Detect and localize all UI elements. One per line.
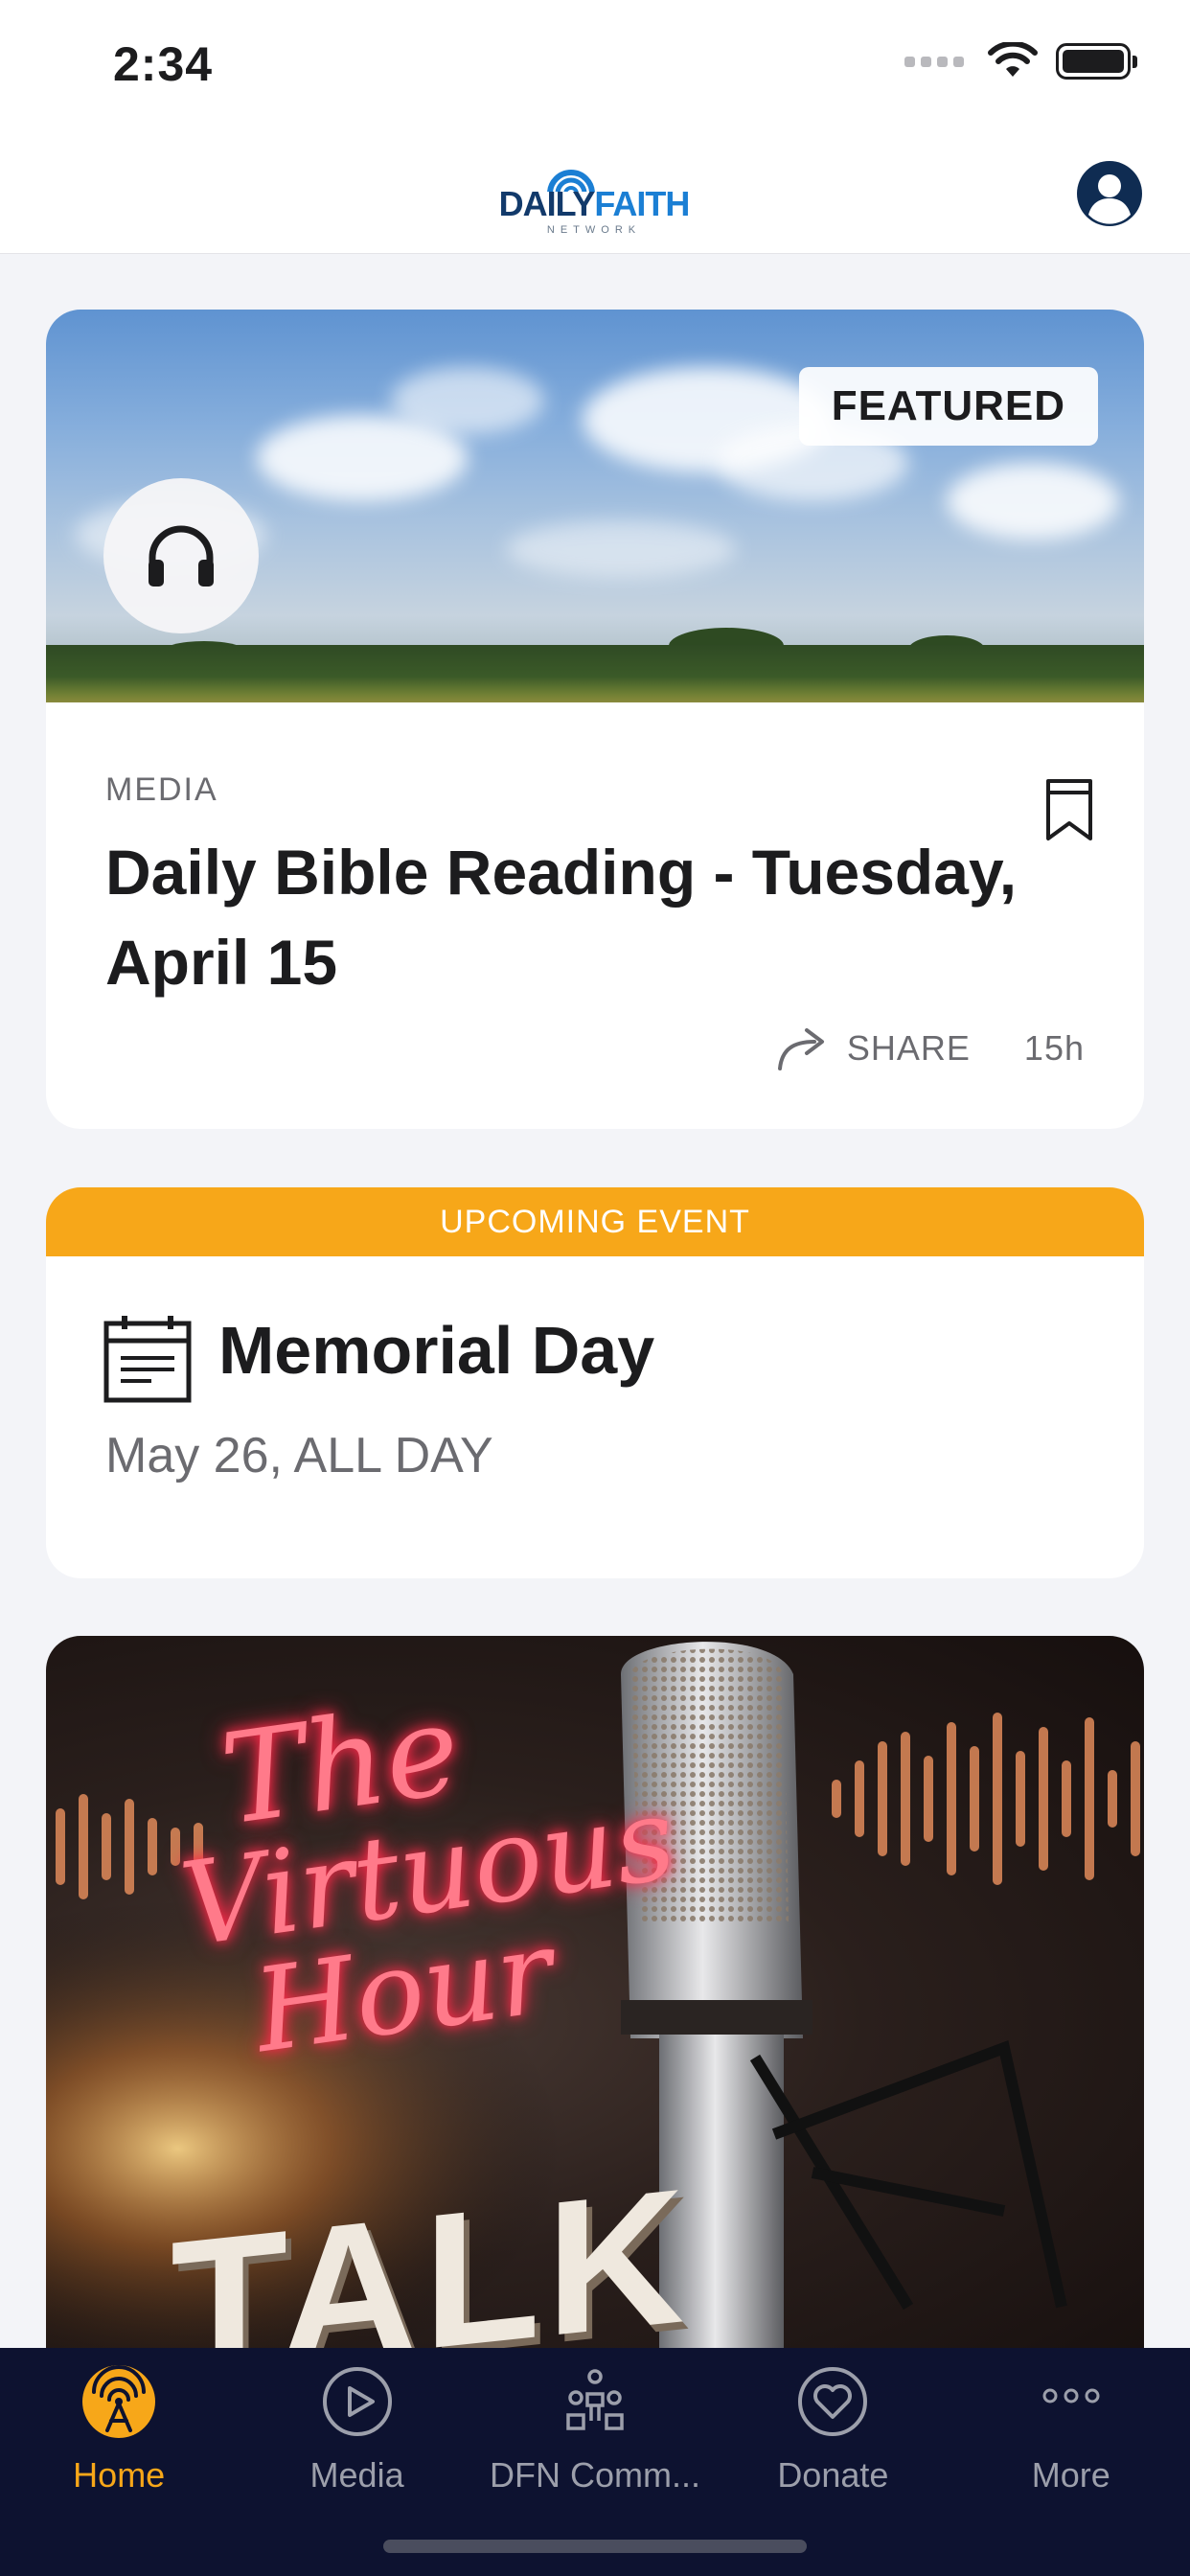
featured-title[interactable]: Daily Bible Reading - Tuesday, April 15 — [105, 827, 1102, 1007]
media-type-badge — [103, 478, 259, 633]
featured-badge: FEATURED — [798, 367, 1098, 446]
podcast-neon-title: The Virtuous Hour — [173, 1675, 683, 2080]
tab-home-label: Home — [73, 2455, 166, 2495]
share-arrow-icon[interactable] — [776, 1024, 832, 1072]
logo-subtitle: NETWORK — [546, 224, 642, 236]
event-date: May 26, ALL DAY — [105, 1428, 493, 1484]
tab-more[interactable]: More — [952, 2348, 1190, 2576]
tab-more-label: More — [1031, 2455, 1110, 2495]
tab-media-label: Media — [309, 2455, 404, 2495]
featured-hero-image: FEATURED — [46, 310, 1144, 702]
app-header: DAILYFAITH NETWORK — [0, 125, 1190, 254]
podcast-promo-card[interactable]: The Virtuous Hour TALK SHOW — [46, 1636, 1144, 2403]
calendar-icon — [103, 1316, 192, 1403]
play-circle-icon — [322, 2367, 392, 2436]
share-button[interactable]: SHARE — [847, 1028, 971, 1069]
more-dots-icon — [1042, 2388, 1100, 2404]
battery-icon — [1056, 43, 1137, 80]
community-people-icon — [566, 2369, 624, 2430]
headphones-icon — [149, 525, 214, 586]
wifi-icon — [988, 42, 1038, 77]
logo-text: DAILYFAITH — [498, 184, 691, 223]
event-banner: UPCOMING EVENT — [46, 1187, 1144, 1256]
category-label: MEDIA — [105, 771, 218, 808]
signal-dots-icon — [904, 56, 964, 67]
share-row: SHARE 15h — [776, 1024, 1085, 1072]
status-time: 2:34 — [113, 37, 214, 91]
heart-circle-icon — [798, 2367, 868, 2436]
user-circle-icon[interactable] — [1075, 159, 1144, 228]
tab-home[interactable]: Home — [0, 2348, 238, 2576]
status-icons — [904, 42, 1137, 80]
bottom-tab-bar: Home Media DFN Comm... Donate More — [0, 2348, 1190, 2576]
daily-faith-logo[interactable]: DAILYFAITH NETWORK — [498, 144, 690, 240]
featured-media-card[interactable]: FEATURED MEDIA Daily Bible Reading - Tue… — [46, 310, 1144, 1129]
post-age: 15h — [1023, 1028, 1085, 1068]
upcoming-event-card[interactable]: UPCOMING EVENT Memorial Day May 26, ALL … — [46, 1187, 1144, 1578]
tab-dfn-community-label: DFN Comm... — [489, 2455, 700, 2495]
tab-donate-label: Donate — [777, 2455, 889, 2495]
event-title: Memorial Day — [218, 1313, 655, 1388]
home-indicator — [383, 2540, 807, 2553]
status-bar: 2:34 — [0, 0, 1190, 125]
broadcast-tower-icon — [82, 2365, 156, 2438]
